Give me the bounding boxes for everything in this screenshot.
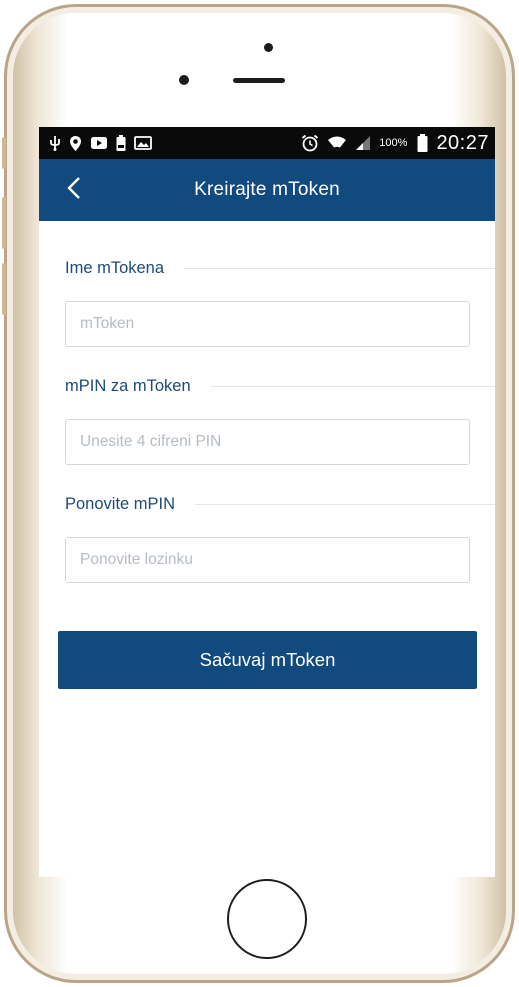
token-name-section: Ime mTokena [65,259,495,278]
app-screen: 100% 20:27 Kreirajte mToken Ime mTokena … [39,127,495,877]
create-token-form: Ime mTokena mPIN za mToken Ponovite mPIN [39,259,495,583]
battery-saver-icon [116,135,126,151]
volume-up-button [2,197,6,249]
status-bar-right: 100% 20:27 [301,132,489,155]
token-name-input[interactable] [65,301,470,347]
battery-icon [417,134,428,152]
status-bar-left [49,135,152,152]
mpin-repeat-input[interactable] [65,537,470,583]
location-icon [69,135,82,152]
back-button[interactable] [59,175,89,205]
mpin-input[interactable] [65,419,470,465]
mpin-repeat-section: Ponovite mPIN [65,495,495,514]
battery-percent: 100% [379,137,408,149]
app-bar: Kreirajte mToken [39,159,495,221]
usb-icon [49,135,61,151]
page-title: Kreirajte mToken [194,179,340,200]
mpin-section: mPIN za mToken [65,377,495,396]
proximity-sensor [179,75,189,85]
image-icon [134,136,152,150]
mpin-repeat-label: Ponovite mPIN [65,495,176,513]
divider [195,504,495,505]
wifi-icon [327,135,347,152]
status-bar: 100% 20:27 [39,127,495,159]
side-button [2,137,6,169]
video-icon [90,136,108,150]
save-token-button[interactable]: Sačuvaj mToken [58,631,477,689]
home-button[interactable] [227,879,307,959]
chevron-left-icon [66,176,82,205]
earpiece-speaker [233,78,285,83]
volume-down-button [2,263,6,315]
token-name-label: Ime mTokena [65,259,165,277]
divider [210,386,495,387]
front-camera [264,43,273,52]
alarm-icon [301,134,319,152]
status-time: 20:27 [436,131,489,154]
mpin-label: mPIN za mToken [65,377,191,395]
signal-icon [355,135,371,151]
divider [184,268,495,269]
